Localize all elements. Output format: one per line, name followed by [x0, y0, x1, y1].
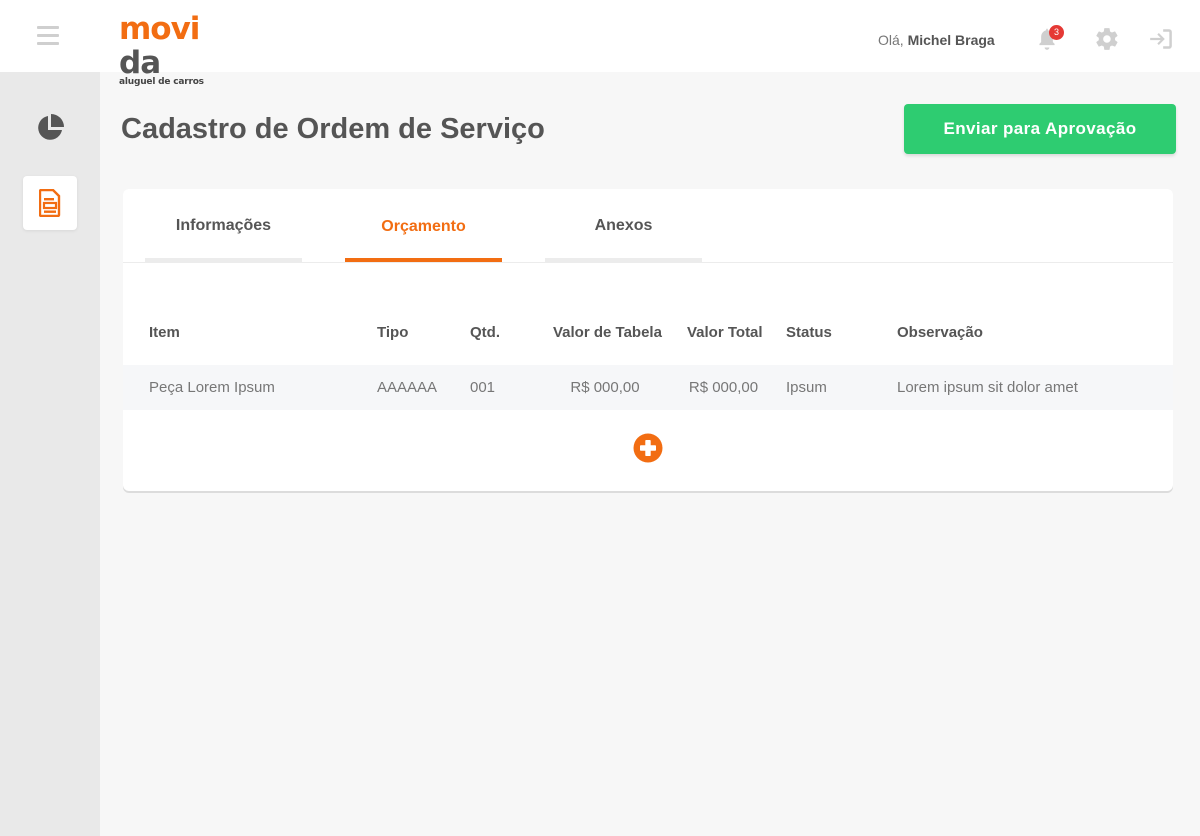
- column-header-valor-total: Valor Total: [687, 324, 763, 341]
- cell-observacao: Lorem ipsum sit dolor amet: [897, 379, 1078, 396]
- column-header-qtd: Qtd.: [470, 324, 500, 341]
- sidebar-item-dashboard[interactable]: [23, 101, 77, 155]
- tab-bar: Informações Orçamento Anexos: [123, 189, 1173, 263]
- logo-wordmark: movi da: [119, 11, 200, 81]
- page-title: Cadastro de Ordem de Serviço: [121, 113, 545, 145]
- top-header: movi da aluguel de carros Olá, Michel Br…: [0, 0, 1200, 87]
- cell-status: Ipsum: [786, 379, 827, 396]
- tab-label: Orçamento: [381, 218, 466, 235]
- greeting-prefix: Olá,: [878, 32, 904, 48]
- notification-badge: 3: [1049, 25, 1064, 40]
- tab-label: Anexos: [594, 217, 653, 234]
- sidebar: [0, 72, 100, 836]
- tab-orcamento[interactable]: Orçamento: [345, 189, 502, 262]
- cell-valor-total: R$ 000,00: [688, 379, 759, 396]
- tab-underline: [145, 258, 302, 262]
- table-row[interactable]: Peça Lorem Ipsum AAAAAA 001 R$ 000,00 R$…: [123, 365, 1173, 410]
- user-greeting: Olá, Michel Braga: [878, 32, 995, 48]
- send-for-approval-button[interactable]: Enviar para Aprovação: [904, 104, 1176, 154]
- cell-valor-tabela: R$ 000,00: [570, 379, 640, 396]
- sidebar-item-service-order[interactable]: [23, 176, 77, 230]
- column-header-item: Item: [149, 324, 180, 341]
- tab-underline: [345, 258, 502, 262]
- plus-circle-icon[interactable]: [633, 433, 663, 463]
- tab-anexos[interactable]: Anexos: [545, 189, 702, 262]
- user-name: Michel Braga: [907, 32, 995, 48]
- pie-chart-icon: [38, 114, 64, 140]
- tab-informacoes[interactable]: Informações: [145, 189, 302, 262]
- table-header: Item Tipo Qtd. Valor de Tabela Valor Tot…: [123, 317, 1173, 347]
- column-header-status: Status: [786, 324, 832, 341]
- cell-item: Peça Lorem Ipsum: [149, 379, 275, 396]
- logo-tagline: aluguel de carros: [119, 77, 204, 87]
- tab-label: Informações: [175, 217, 272, 234]
- column-header-observacao: Observação: [897, 324, 983, 341]
- sign-out-icon[interactable]: [1148, 26, 1174, 52]
- gear-icon[interactable]: [1094, 26, 1120, 52]
- budget-card: Informações Orçamento Anexos Item Tipo Q…: [123, 189, 1173, 491]
- document-icon: [39, 189, 61, 217]
- cell-tipo: AAAAAA: [377, 379, 438, 396]
- cell-qtd: 001: [470, 379, 496, 396]
- hamburger-icon[interactable]: [37, 26, 59, 46]
- tab-underline: [545, 258, 702, 262]
- movida-logo[interactable]: movi da aluguel de carros: [119, 12, 249, 87]
- column-header-tipo: Tipo: [377, 324, 409, 341]
- column-header-valor-tabela: Valor de Tabela: [553, 324, 662, 341]
